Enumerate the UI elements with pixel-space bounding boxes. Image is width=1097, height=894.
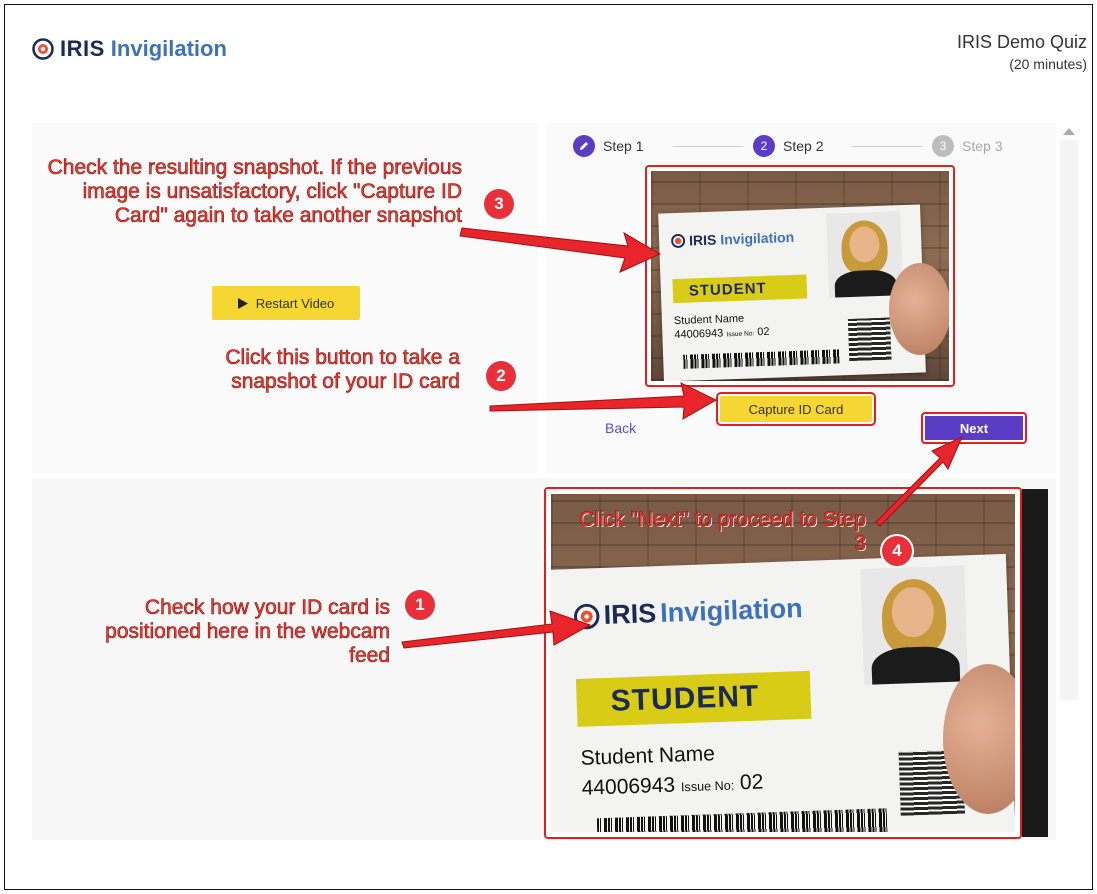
arrow-1	[401, 610, 592, 649]
arrow-2	[489, 382, 718, 420]
arrow-3	[459, 227, 662, 273]
arrow-4	[875, 435, 963, 527]
annotation-2: Click this button to take a snapshot of …	[225, 346, 460, 394]
annotation-1: Check how your ID card is positioned her…	[105, 596, 390, 668]
annotation-4: Click "Next" to proceed to Step 3	[579, 508, 866, 556]
badge-1: 1	[405, 590, 435, 620]
annotation-3: Check the resulting snapshot. If the pre…	[47, 156, 462, 228]
badge-3: 3	[484, 189, 514, 219]
annotation-arrows	[401, 227, 963, 649]
badge-2: 2	[486, 361, 516, 391]
badge-4: 4	[882, 536, 912, 566]
